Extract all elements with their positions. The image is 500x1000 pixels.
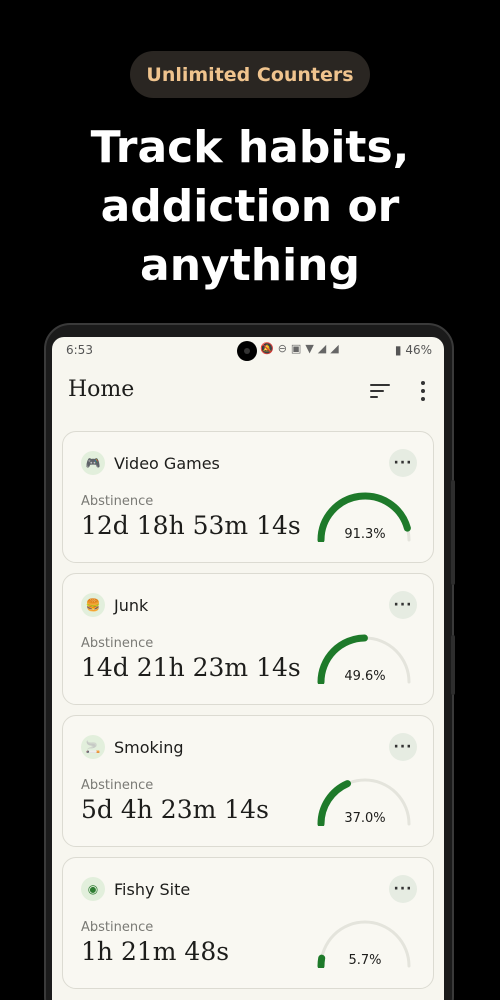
app-screen: 6:53 🔕⊖▣▼◢◢ ▮ 46% Home 🎮 Video Games ···…	[52, 337, 444, 1000]
counter-timer: 5d 4h 23m 14s	[81, 795, 269, 824]
counter-timer: 12d 18h 53m 14s	[81, 511, 301, 540]
counter-card[interactable]: 🎮 Video Games ··· Abstinence 12d 18h 53m…	[62, 431, 434, 563]
counter-label: Abstinence	[81, 778, 154, 793]
eye-icon: ◉	[81, 877, 105, 901]
notification-icon: ▣	[290, 342, 306, 355]
headline-line-3: anything	[140, 240, 360, 291]
front-camera	[237, 341, 257, 361]
page-title: Home	[68, 377, 135, 402]
battery-icon: ▮	[394, 343, 402, 357]
unlimited-counters-badge: Unlimited Counters	[130, 51, 370, 98]
wifi-icon: ▼	[305, 342, 318, 355]
fast-food-icon: 🍔	[81, 593, 105, 617]
promo-headline: Track habits, addiction or anything	[0, 118, 500, 295]
counter-timer: 1h 21m 48s	[81, 937, 230, 966]
counter-menu-button[interactable]: ···	[389, 875, 417, 903]
counter-percent: 37.0%	[344, 811, 386, 826]
phone-side-button-lower	[451, 635, 455, 695]
counter-label: Abstinence	[81, 920, 154, 935]
signal-icon-2: ◢	[330, 342, 343, 355]
sort-icon[interactable]	[370, 383, 392, 399]
battery-level: 46%	[405, 343, 432, 357]
counter-percent: 49.6%	[344, 669, 386, 684]
phone-side-button-upper	[451, 480, 455, 585]
counter-card[interactable]: 🚬 Smoking ··· Abstinence 5d 4h 23m 14s 3…	[62, 715, 434, 847]
status-time: 6:53	[66, 343, 93, 357]
counter-percent: 91.3%	[344, 527, 386, 542]
counter-label: Abstinence	[81, 636, 154, 651]
mute-icon: 🔕	[260, 342, 278, 355]
counter-name: Smoking	[114, 738, 184, 757]
counter-card[interactable]: 🍔 Junk ··· Abstinence 14d 21h 23m 14s 49…	[62, 573, 434, 705]
counter-card[interactable]: ◉ Fishy Site ··· Abstinence 1h 21m 48s 5…	[62, 857, 434, 989]
battery-indicator: ▮ 46%	[395, 343, 432, 357]
cigarette-icon: 🚬	[81, 735, 105, 759]
gauge-progress-arc	[317, 954, 326, 968]
counter-menu-button[interactable]: ···	[389, 733, 417, 761]
counter-name: Junk	[114, 596, 149, 615]
gamepad-icon: 🎮	[81, 451, 105, 475]
dnd-icon: ⊖	[277, 342, 291, 355]
headline-line-1: Track habits,	[90, 122, 410, 173]
counter-name: Video Games	[114, 454, 220, 473]
more-options-icon[interactable]	[416, 380, 430, 402]
counter-label: Abstinence	[81, 494, 154, 509]
counter-name: Fishy Site	[114, 880, 191, 899]
counter-menu-button[interactable]: ···	[389, 449, 417, 477]
counter-percent: 5.7%	[348, 953, 382, 968]
counter-timer: 14d 21h 23m 14s	[81, 653, 301, 682]
signal-icon: ◢	[317, 342, 331, 355]
counter-menu-button[interactable]: ···	[389, 591, 417, 619]
headline-line-2: addiction or	[100, 181, 400, 232]
status-icons: 🔕⊖▣▼◢◢	[260, 342, 343, 355]
status-bar: 6:53 🔕⊖▣▼◢◢ ▮ 46%	[52, 337, 444, 363]
